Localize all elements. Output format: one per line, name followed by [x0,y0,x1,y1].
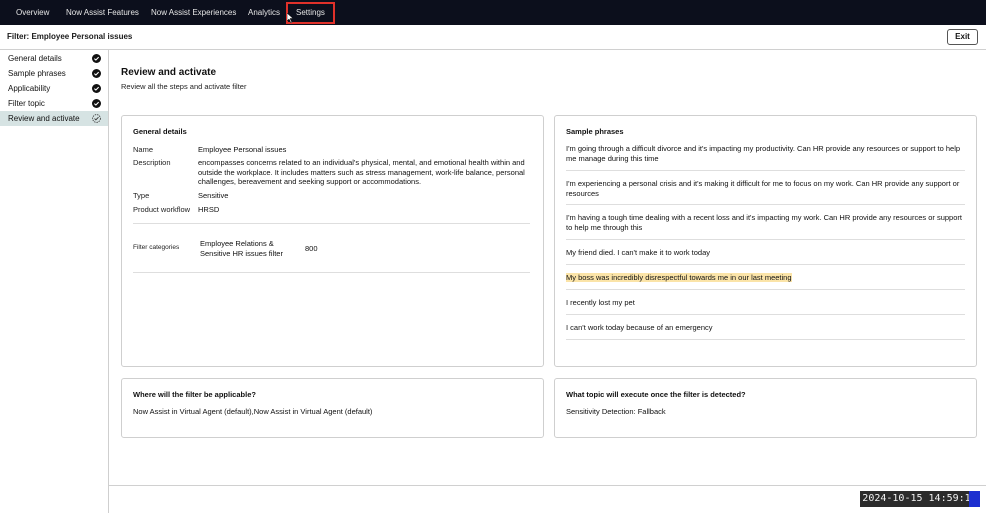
applicability-value: Now Assist in Virtual Agent (default),No… [133,407,373,416]
sidebar-item-filter-topic[interactable]: Filter topic [0,96,108,111]
sample-phrase-item: I'm going through a difficult divorce an… [566,144,961,163]
dashed-check-circle-icon [92,114,101,123]
divider [566,314,965,315]
name-value: Employee Personal issues [198,145,287,154]
name-label: Name [133,145,154,154]
applicability-title: Where will the filter be applicable? [133,390,256,399]
sample-phrase-item-highlighted: My boss was incredibly disrespectful tow… [566,273,966,283]
check-circle-icon [92,69,101,78]
divider [566,339,965,340]
sidebar-item-label: Applicability [8,84,51,93]
product-workflow-label: Product workflow [133,205,191,214]
footer-divider [109,485,986,486]
check-circle-icon [92,99,101,108]
sample-phrases-title: Sample phrases [566,127,624,136]
type-value: Sensitive [198,191,229,200]
divider [566,264,965,265]
topic-title: What topic will execute once the filter … [566,390,746,399]
tab-analytics[interactable]: Analytics [248,0,280,25]
sidebar-item-applicability[interactable]: Applicability [0,81,108,96]
divider [566,204,965,205]
product-workflow-value: HRSD [198,205,220,214]
divider [566,170,965,171]
divider [566,239,965,240]
page-title: Filter: Employee Personal issues [7,32,133,41]
sidebar-item-label: Review and activate [8,114,80,123]
check-circle-icon [92,84,101,93]
sample-phrase-item: My friend died. I can't make it to work … [566,248,710,257]
top-nav: Overview Now Assist Features Now Assist … [0,0,986,25]
type-label: Type [133,191,150,200]
check-circle-icon [92,54,101,63]
sidebar-item-label: General details [8,54,62,63]
wizard-sidebar: General details Sample phrases Applicabi… [0,50,109,513]
description-value: encompasses concerns related to an indiv… [198,158,525,186]
sidebar-item-sample-phrases[interactable]: Sample phrases [0,66,108,81]
sample-phrase-item: I can't work today because of an emergen… [566,323,713,332]
topic-value: Sensitivity Detection: Fallback [566,407,666,416]
sidebar-item-label: Filter topic [8,99,45,108]
tab-overview[interactable]: Overview [16,0,49,25]
highlighted-phrase-text: My boss was incredibly disrespectful tow… [566,273,792,282]
sidebar-item-label: Sample phrases [8,69,66,78]
sidebar-item-review-and-activate[interactable]: Review and activate [0,111,108,126]
sidebar-item-general-details[interactable]: General details [0,51,108,66]
filter-category-value: 800 [305,244,318,253]
general-details-title: General details [133,127,187,136]
timestamp-accent [969,491,980,507]
section-title: Review and activate [121,67,217,78]
tab-now-assist-features[interactable]: Now Assist Features [66,0,139,25]
divider [133,272,530,273]
exit-button[interactable]: Exit [947,29,978,45]
sample-phrase-item: I recently lost my pet [566,298,635,307]
filter-category-name: Employee Relations & Sensitive HR issues… [200,239,283,258]
divider [566,289,965,290]
divider [133,223,530,224]
tab-now-assist-experiences[interactable]: Now Assist Experiences [151,0,236,25]
description-label: Description [133,158,171,167]
sample-phrase-item: I'm having a tough time dealing with a r… [566,213,962,232]
mouse-cursor-icon [287,13,294,23]
page-header: Filter: Employee Personal issues Exit [0,25,986,50]
sample-phrase-item: I'm experiencing a personal crisis and i… [566,179,960,198]
timestamp-overlay: 2024-10-15 14:59:12 [860,491,979,507]
section-subtitle: Review all the steps and activate filter [121,82,247,91]
filter-categories-label: Filter categories [133,244,180,251]
